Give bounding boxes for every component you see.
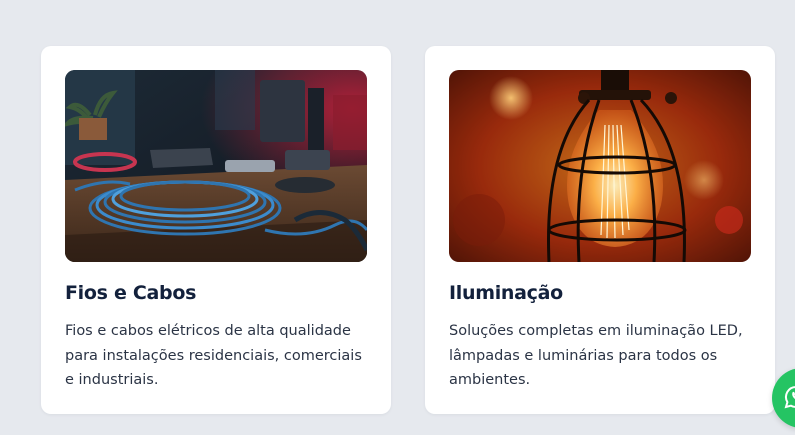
card-title: Iluminação bbox=[449, 282, 563, 304]
card-description: Fios e cabos elétricos de alta qualidade… bbox=[65, 323, 362, 388]
card-title: Fios e Cabos bbox=[65, 282, 197, 304]
product-card-fios-e-cabos[interactable]: Fios e Cabos Fios e cabos elétricos de a… bbox=[41, 46, 391, 414]
whatsapp-icon bbox=[784, 386, 795, 409]
whatsapp-button[interactable] bbox=[772, 368, 795, 428]
card-description: Soluções completas em iluminação LED, lâ… bbox=[449, 323, 743, 388]
product-card-iluminacao[interactable]: Iluminação Soluções completas em ilumina… bbox=[425, 46, 775, 414]
cables-image bbox=[65, 70, 367, 262]
bulb-image bbox=[449, 70, 751, 262]
